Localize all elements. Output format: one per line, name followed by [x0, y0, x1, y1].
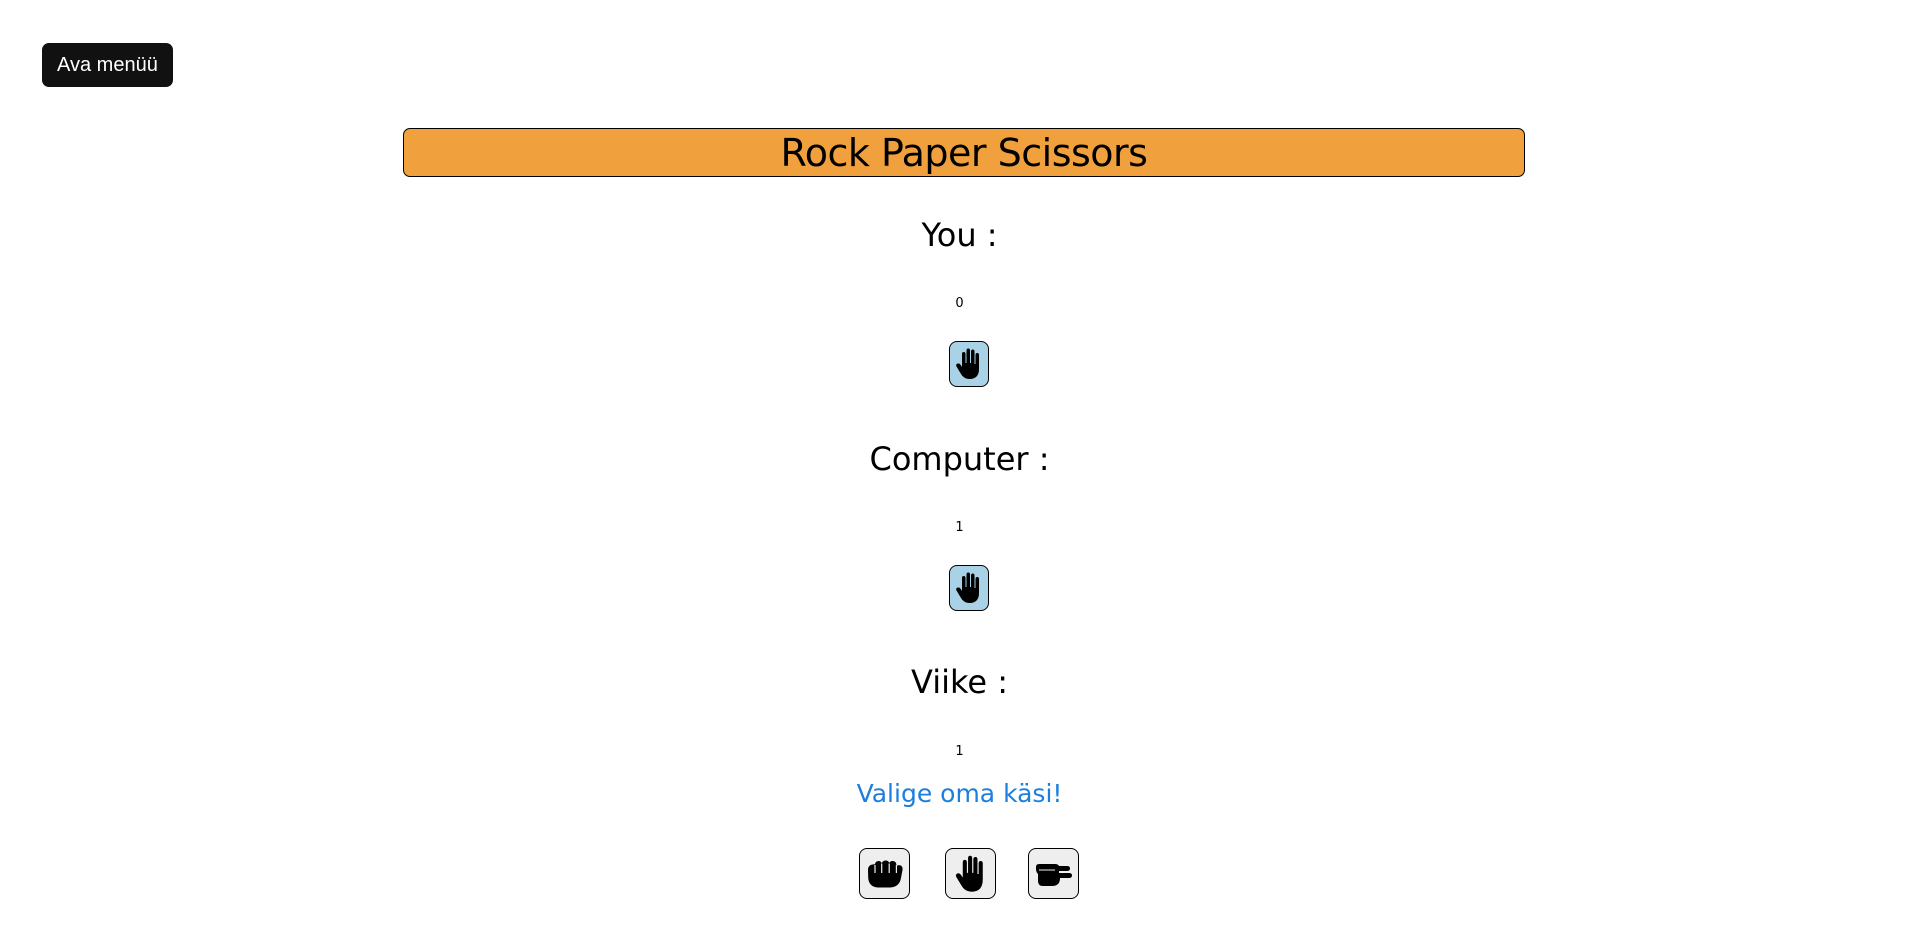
- page-title: Rock Paper Scissors: [780, 131, 1148, 175]
- paper-button[interactable]: [945, 848, 996, 899]
- player-score-row: 0: [0, 292, 1919, 312]
- computer-score-row: 1: [0, 516, 1919, 536]
- tie-score: 1: [955, 744, 964, 759]
- scissors-button[interactable]: [1028, 848, 1079, 899]
- open-menu-button[interactable]: Ava menüü: [42, 43, 173, 87]
- paper-hand-icon: [955, 855, 983, 892]
- tie-score-row: 1: [0, 740, 1919, 760]
- prompt-row: Valige oma käsi!: [0, 778, 1919, 810]
- player-hand-display: [949, 341, 989, 387]
- paper-hand-icon: [956, 572, 979, 604]
- paper-hand-icon: [956, 348, 979, 380]
- scissors-hand-icon: [1035, 863, 1072, 886]
- title-banner: Rock Paper Scissors: [403, 128, 1525, 177]
- player-score: 0: [955, 296, 964, 311]
- tie-label: Viike :: [911, 663, 1008, 701]
- computer-score: 1: [955, 520, 964, 535]
- computer-label: Computer :: [869, 440, 1050, 478]
- computer-hand-display: [949, 565, 989, 611]
- player-section: You :: [0, 215, 1919, 255]
- tie-section: Viike :: [0, 662, 1919, 702]
- choose-hand-prompt: Valige oma käsi!: [856, 779, 1063, 808]
- player-label: You :: [921, 216, 998, 254]
- rock-hand-icon: [867, 860, 903, 887]
- computer-section: Computer :: [0, 439, 1919, 479]
- rock-button[interactable]: [859, 848, 910, 899]
